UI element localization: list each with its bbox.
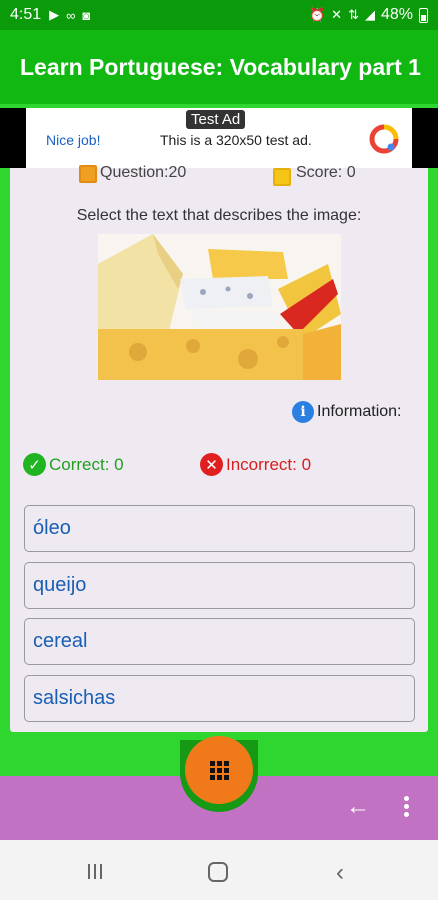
info-icon[interactable]: i xyxy=(292,401,314,423)
home-icon[interactable] xyxy=(208,862,228,882)
mute-icon: ✕ xyxy=(331,7,343,22)
test-ad-badge: Test Ad xyxy=(186,110,246,129)
question-label: Question:20 xyxy=(100,164,187,181)
ad-nice-job-text[interactable]: Nice job! xyxy=(46,132,100,148)
more-vertical-icon[interactable] xyxy=(404,796,409,817)
answer-option-2[interactable]: queijo xyxy=(24,562,415,609)
check-circle-icon: ✓ xyxy=(23,453,46,476)
correct-counter: ✓ Correct: 0 xyxy=(23,453,124,476)
media-icon: ◙ xyxy=(82,7,91,23)
status-time: 4:51 xyxy=(10,6,42,23)
answer-option-4[interactable]: salsichas xyxy=(24,675,415,722)
app-bar: Learn Portuguese: Vocabulary part 1 xyxy=(0,30,438,104)
play-store-icon: ▶ xyxy=(49,7,60,22)
question-icon xyxy=(79,165,97,183)
recent-apps-icon[interactable] xyxy=(88,864,102,879)
alarm-icon: ⏰ xyxy=(308,7,326,22)
battery-percent: 48% xyxy=(380,6,413,23)
incorrect-counter: ✕ Incorrect: 0 xyxy=(200,453,311,476)
score-icon xyxy=(273,168,291,186)
signal-icon: ◢ xyxy=(364,7,375,22)
4g-icon: ⇅ xyxy=(348,7,359,22)
correct-label: Correct: 0 xyxy=(49,454,124,474)
ad-body-text[interactable]: This is a 320x50 test ad. xyxy=(160,132,312,148)
status-right-icons: ⏰ ✕ ⇅ ◢ 48% xyxy=(309,6,428,24)
voicemail-icon: ∞ xyxy=(66,7,76,23)
score-label: Score: 0 xyxy=(296,164,356,181)
x-circle-icon: ✕ xyxy=(200,453,223,476)
battery-icon xyxy=(419,7,428,23)
status-bar: 4:51 ▶ ∞ ◙ ⏰ ✕ ⇅ ◢ 48% xyxy=(0,0,438,30)
question-score-row: Question:20 Score: 0 xyxy=(0,164,438,186)
instruction-text: Select the text that describes the image… xyxy=(76,207,362,224)
back-icon[interactable]: ‹ xyxy=(336,859,344,887)
arrow-left-icon[interactable]: ← xyxy=(346,793,370,821)
incorrect-label: Incorrect: 0 xyxy=(226,454,312,474)
information-button[interactable]: i Information: xyxy=(292,401,401,423)
answer-option-1[interactable]: óleo xyxy=(24,505,415,552)
answer-option-3[interactable]: cereal xyxy=(24,618,415,665)
admob-logo-icon[interactable] xyxy=(369,124,399,154)
cheese-image xyxy=(98,234,341,380)
information-label[interactable]: Information: xyxy=(317,403,401,421)
menu-fab-button[interactable] xyxy=(185,736,253,804)
app-title: Learn Portuguese: Vocabulary part 1 xyxy=(20,53,421,80)
grid-icon[interactable] xyxy=(209,760,229,780)
